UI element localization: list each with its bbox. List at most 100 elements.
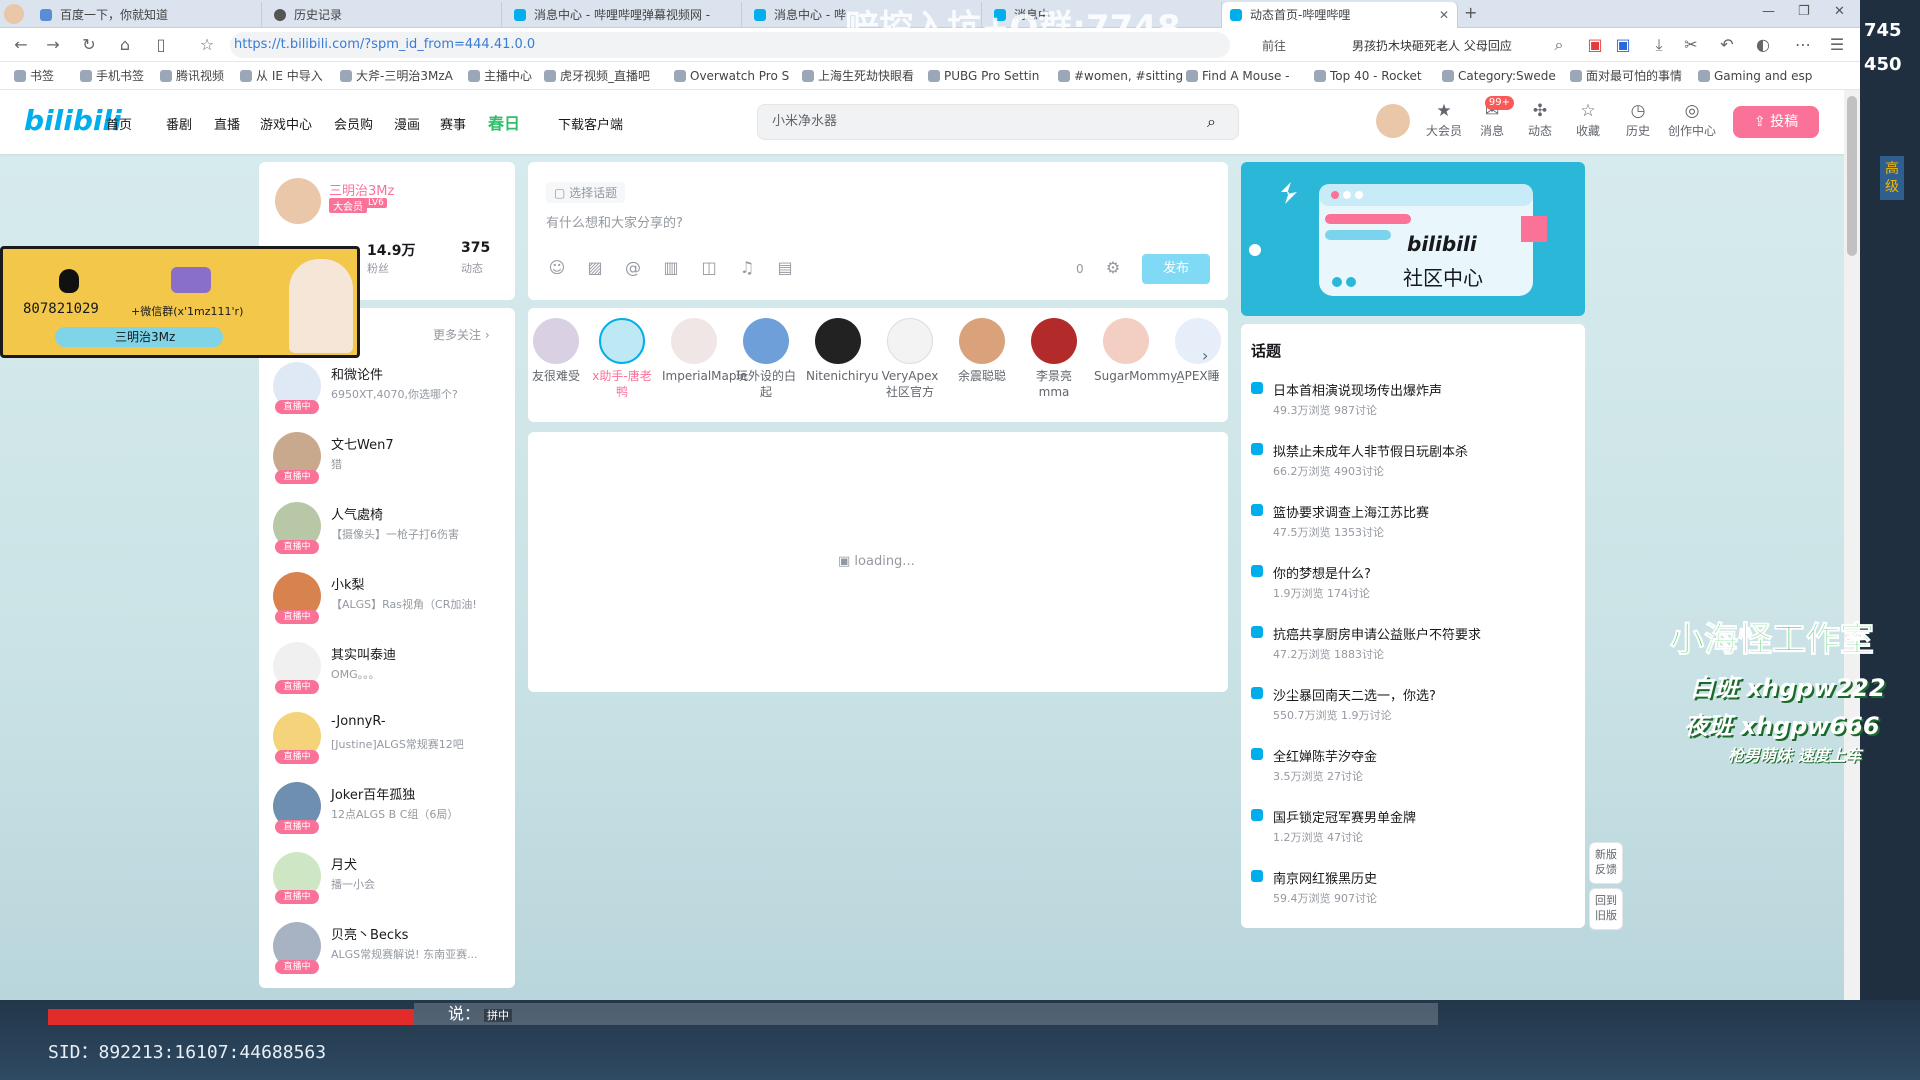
upload-button[interactable]: ⇪ 投稿 — [1733, 106, 1819, 138]
search-icon[interactable]: ⌕ — [1548, 34, 1570, 56]
back-to-old-version-button[interactable]: 回到旧版 — [1589, 888, 1623, 930]
chat-input[interactable]: 说： 拼中 — [414, 1003, 1438, 1025]
topic-item[interactable]: 篮协要求调查上海江苏比赛 47.5万浏览 1353讨论 — [1251, 502, 1581, 564]
list-item[interactable]: 直播中 文七Wen7 猎 — [273, 432, 503, 502]
publish-button[interactable]: 发布 — [1142, 254, 1210, 284]
messages-button[interactable]: ✉ 消息 99+ — [1472, 96, 1514, 139]
profile-name[interactable]: 三明治3Mz — [329, 180, 394, 199]
topic-item[interactable]: 南京网红猴黑历史 59.4万浏览 907讨论 — [1251, 868, 1581, 930]
user-avatar[interactable] — [1376, 104, 1410, 138]
nav-live[interactable]: 直播 — [214, 114, 240, 133]
up-item[interactable]: 李景亮mma — [1022, 318, 1086, 400]
search-input[interactable]: 小米净水器 — [757, 104, 1239, 140]
topic-item[interactable]: 沙尘暴回南天二选一，你选? 550.7万浏览 1.9万讨论 — [1251, 685, 1581, 747]
nav-manga[interactable]: 漫画 — [394, 114, 420, 133]
posts-count[interactable]: 375 — [461, 240, 490, 256]
bookmark-item[interactable]: #women, #sitting — [1058, 67, 1183, 85]
home-icon[interactable]: ⌂ — [114, 34, 136, 56]
browser-tab[interactable]: 百度一下，你就知道 — [32, 2, 262, 28]
bookmark-item[interactable]: 大斧-三明治3MzA — [340, 67, 453, 85]
favorites-button[interactable]: ☆ 收藏 — [1568, 100, 1608, 139]
bookmark-item[interactable]: 面对最可怕的事情 — [1570, 67, 1682, 85]
bookmark-item[interactable]: Overwatch Pro S — [674, 67, 789, 85]
at-icon[interactable]: @ — [622, 258, 644, 280]
extension-icon[interactable]: ▣ — [1612, 34, 1634, 56]
up-item[interactable]: 友很难受 — [528, 318, 588, 384]
profile-avatar[interactable] — [275, 178, 321, 224]
up-item[interactable]: Nitenichiryu — [806, 318, 879, 384]
bookmark-item[interactable]: 虎牙视频_直播吧 — [544, 67, 650, 85]
cut-icon[interactable]: ✂ — [1680, 34, 1702, 56]
undo-icon[interactable]: ↶ — [1716, 34, 1738, 56]
bookmark-item[interactable]: 腾讯视频 — [160, 67, 224, 85]
up-item[interactable]: ImperialMaple — [662, 318, 747, 384]
nav-game-center[interactable]: 游戏中心 — [260, 114, 312, 133]
list-item[interactable]: 直播中 -JonnyR- [Justine]ALGS常规赛12吧 — [273, 712, 503, 782]
bookmark-item[interactable]: 书签 — [14, 67, 54, 85]
back-icon[interactable]: ← — [10, 34, 32, 56]
fans-count[interactable]: 14.9万 — [367, 240, 416, 260]
gift-icon[interactable]: ◫ — [698, 258, 720, 280]
browser-profile-avatar[interactable] — [4, 4, 24, 24]
topic-item[interactable]: 你的梦想是什么? 1.9万浏览 174讨论 — [1251, 563, 1581, 625]
reserve-icon[interactable]: ▤ — [774, 258, 796, 280]
forward-go-button[interactable]: 前往 — [1262, 37, 1286, 54]
topic-item[interactable]: 国乒锁定冠军赛男单金牌 1.2万浏览 47讨论 — [1251, 807, 1581, 869]
vote-icon[interactable]: ▥ — [660, 258, 682, 280]
nav-anime[interactable]: 番剧 — [166, 114, 192, 133]
emoji-icon[interactable]: ☺ — [546, 258, 568, 280]
up-item[interactable]: 玩外设的白起 — [734, 318, 798, 400]
list-item[interactable]: 直播中 小k梨 【ALGS】Ras视角（CR加油! — [273, 572, 503, 642]
nav-esports[interactable]: 赛事 — [440, 114, 466, 133]
new-tab-button[interactable]: + — [1464, 3, 1477, 22]
url-input[interactable]: https://t.bilibili.com/?spm_id_from=444.… — [230, 32, 1230, 58]
bookmark-item[interactable]: 主播中心 — [468, 67, 532, 85]
topic-item[interactable]: 全红婵陈芋汐夺金 3.5万浏览 27讨论 — [1251, 746, 1581, 808]
up-item[interactable]: VeryApex社区官方 — [878, 318, 942, 400]
post-textarea[interactable]: 有什么想和大家分享的? — [546, 212, 1206, 246]
list-item[interactable]: 直播中 Joker百年孤独 12点ALGS B C组（6局） — [273, 782, 503, 852]
bookmark-item[interactable]: 手机书签 — [80, 67, 144, 85]
up-item[interactable]: 余震聪聪 — [950, 318, 1014, 384]
window-restore-icon[interactable]: ❐ — [1798, 4, 1810, 19]
bell-icon[interactable]: ♫ — [736, 258, 758, 280]
scroll-right-icon[interactable]: › — [1202, 346, 1208, 365]
night-mode-icon[interactable]: ◐ — [1752, 34, 1774, 56]
more-following-link[interactable]: 更多关注 › — [433, 326, 490, 343]
image-icon[interactable]: ▨ — [584, 258, 606, 280]
list-item[interactable]: 直播中 其实叫泰迪 OMG。。。 — [273, 642, 503, 712]
list-item[interactable]: 直播中 贝亮丶Becks ALGS常规赛解说! 东南亚赛... — [273, 922, 503, 992]
list-item[interactable]: 直播中 人气處椅 【摄像头】一枪子打6伤害 — [273, 502, 503, 572]
list-item[interactable]: 直播中 月犬 播一小会 — [273, 852, 503, 922]
browser-tab[interactable]: 历史记录 — [266, 2, 502, 28]
topic-item[interactable]: 抗癌共享厨房申请公益账户不符要求 47.2万浏览 1883讨论 — [1251, 624, 1581, 686]
window-close-icon[interactable]: ✕ — [1834, 4, 1845, 19]
dynamics-button[interactable]: ✣ 动态 — [1520, 100, 1560, 139]
window-minimize-icon[interactable]: — — [1762, 4, 1775, 19]
reader-icon[interactable]: ▯ — [150, 34, 172, 56]
settings-icon[interactable]: ⚙ — [1102, 258, 1124, 280]
nav-download-client[interactable]: 下载客户端 — [558, 114, 623, 133]
new-version-feedback-button[interactable]: 新版反馈 — [1589, 842, 1623, 884]
bookmark-item[interactable]: 上海生死劫快眼看 — [802, 67, 914, 85]
search-icon[interactable]: ⌕ — [1207, 112, 1216, 132]
menu-icon[interactable]: ☰ — [1826, 34, 1848, 56]
star-icon[interactable]: ☆ — [196, 34, 218, 56]
history-button[interactable]: ◷ 历史 — [1618, 100, 1658, 139]
nav-home[interactable]: 首页 — [106, 114, 132, 133]
up-item[interactable]: SugarMommy_ — [1094, 318, 1183, 384]
topic-item[interactable]: 拟禁止未成年人非节假日玩剧本杀 66.2万浏览 4903讨论 — [1251, 441, 1581, 503]
news-ticker[interactable]: 男孩扔木块砸死老人 父母回应 — [1352, 37, 1512, 54]
up-item-selected[interactable]: x助手-唐老鸭 — [590, 318, 654, 400]
topic-item[interactable]: 日本首相演说现场传出爆炸声 49.3万浏览 987讨论 — [1251, 380, 1581, 442]
extension-icon[interactable]: ▣ — [1584, 34, 1606, 56]
list-item[interactable]: 直播中 和微论件 6950XT,4070,你选哪个? — [273, 362, 503, 432]
bookmark-item[interactable]: PUBG Pro Settin — [928, 67, 1039, 85]
community-center-banner[interactable]: bilibili 社区中心 — [1241, 162, 1585, 316]
vip-button[interactable]: ★ 大会员 — [1424, 100, 1464, 139]
forward-icon[interactable]: → — [42, 34, 64, 56]
bookmark-item[interactable]: Category:Swede — [1442, 67, 1556, 85]
topic-select-button[interactable]: ▢ 选择话题 — [546, 182, 626, 203]
bookmark-item[interactable]: 从 IE 中导入 — [240, 67, 323, 85]
browser-tab[interactable]: 消息中心 - 哔哩哔哩弹幕视频网 - — [506, 2, 742, 28]
